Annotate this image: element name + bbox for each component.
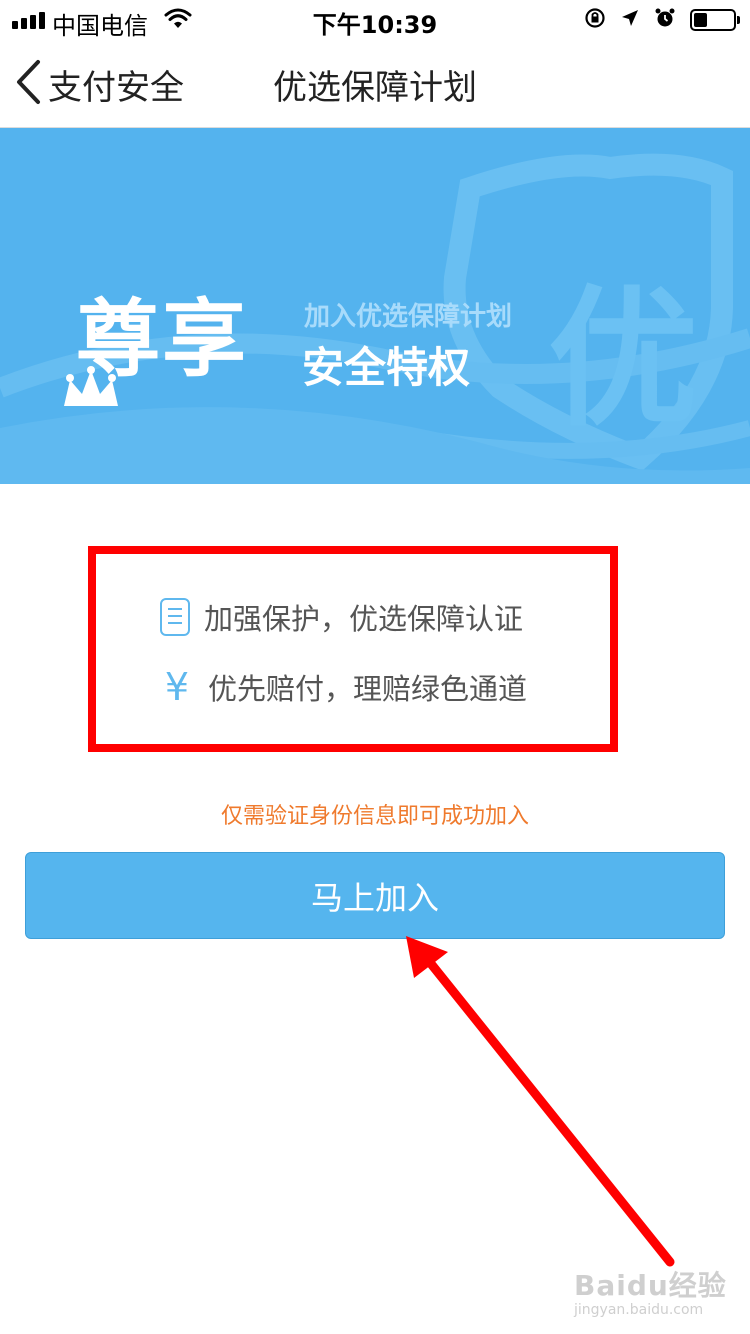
location-icon [620,8,640,32]
feature-label: 优先赔付，理赔绿色通道 [208,672,528,706]
banner-headline: 尊享 [76,290,249,388]
status-icons [584,7,740,33]
battery-icon [690,9,740,31]
shield-badge-char: 优 [548,273,699,447]
baidu-watermark: Baidu经验 jingyan.baidu.com [574,1264,727,1318]
promo-banner: 优 尊享 加入优选保障计划 安全特权 [0,128,750,484]
join-now-button[interactable]: 马上加入 [25,852,725,939]
watermark-url: jingyan.baidu.com [574,1302,704,1318]
watermark-text: Baidu经验 [574,1269,727,1302]
feature-list: 加强保护，优选保障认证 ¥ 优先赔付，理赔绿色通道 [88,546,618,752]
verification-hint: 仅需验证身份信息即可成功加入 [220,804,529,829]
status-bar: 中国电信 下午10:39 [0,0,750,40]
battery-level [694,13,707,27]
page-title: 优选保障计划 [273,68,477,108]
nav-bar: 支付安全 优选保障计划 [0,40,750,128]
feature-item-compensation: ¥ 优先赔付，理赔绿色通道 [160,666,527,708]
alarm-icon [654,7,676,33]
banner-tagline: 安全特权 [302,343,471,392]
feature-item-protection: 加强保护，优选保障认证 [160,596,523,638]
yen-icon: ¥ [164,665,190,709]
feature-label: 加强保护，优选保障认证 [204,602,524,636]
banner-subtitle: 加入优选保障计划 [304,302,513,332]
rotation-lock-icon [584,7,606,33]
document-icon [160,598,190,636]
